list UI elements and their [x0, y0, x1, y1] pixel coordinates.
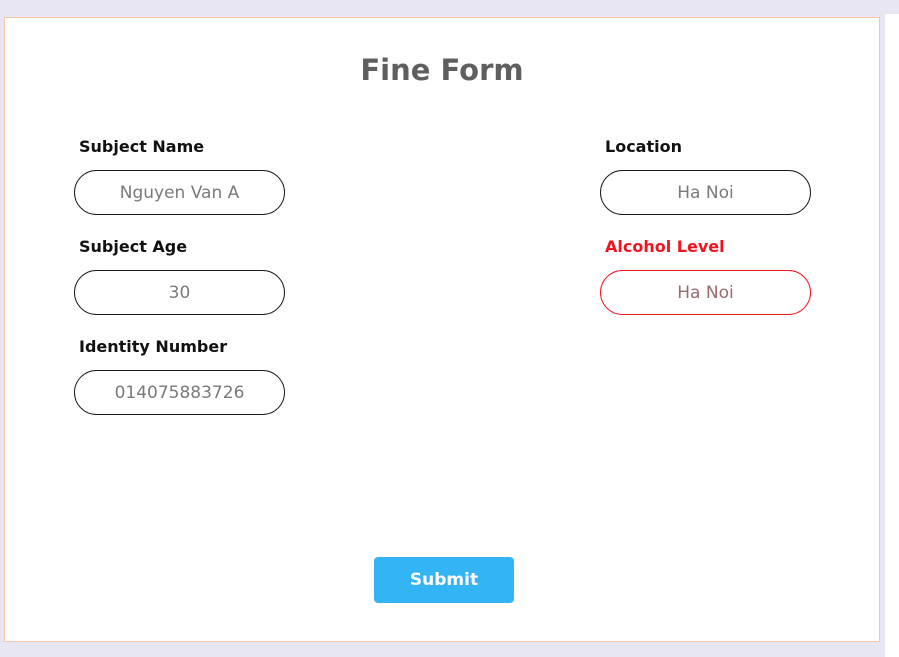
alcohol-level-label: Alcohol Level — [605, 237, 725, 256]
subject-age-label: Subject Age — [79, 237, 188, 256]
submit-button[interactable]: Submit — [374, 557, 514, 603]
subject-name-input[interactable] — [74, 170, 285, 215]
subject-name-label: Subject Name — [79, 137, 205, 156]
window-edge — [885, 14, 899, 657]
identity-number-input[interactable] — [74, 370, 285, 415]
fine-form-window: Fine Form Subject Name Subject Age Ident… — [4, 17, 880, 642]
form-title: Fine Form — [360, 53, 524, 87]
location-input[interactable] — [600, 170, 811, 215]
identity-number-label: Identity Number — [79, 337, 228, 356]
alcohol-level-input[interactable] — [600, 270, 811, 315]
subject-age-input[interactable] — [74, 270, 285, 315]
location-label: Location — [605, 137, 682, 156]
